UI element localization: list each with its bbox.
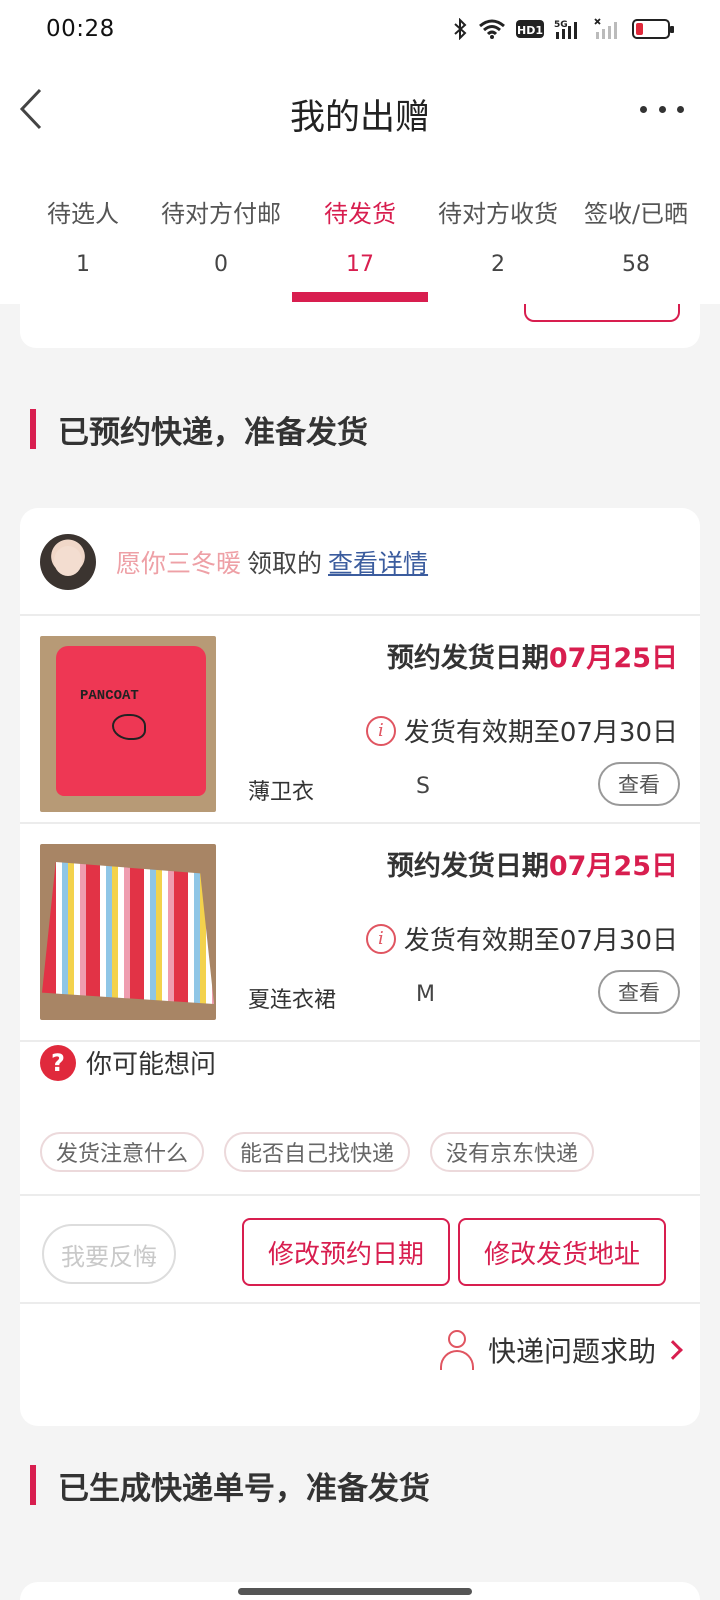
tab-label: 待发货 (324, 200, 396, 228)
view-button[interactable]: 查看 (598, 970, 680, 1014)
tab-pending-select[interactable]: 待选人 1 (14, 172, 152, 304)
question-icon: ? (40, 1044, 76, 1081)
tab-label: 待对方收货 (438, 200, 558, 228)
scheduled-ship-date: 预约发货日期07月25日 (387, 636, 678, 675)
donation-card: 愿你三冬暖 领取的 查看详情 PANCOAT 预约发货日期07月25日 i 发货… (20, 508, 700, 1426)
avatar (40, 534, 96, 590)
wifi-icon (479, 19, 505, 39)
tab-label: 待对方付邮 (161, 200, 281, 228)
tab-count: 2 (491, 252, 505, 277)
tab-received[interactable]: 签收/已晒 58 (567, 172, 705, 304)
section-title: 已预约快递，准备发货 (58, 414, 368, 451)
page-title: 我的出赠 (289, 98, 430, 138)
5g-signal-icon: 5G (554, 20, 577, 39)
tab-count: 58 (622, 252, 650, 277)
validity-row: i 发货有效期至07月30日 (365, 920, 678, 957)
more-options-icon[interactable] (640, 94, 684, 124)
ship-date-label: 预约发货日期 (386, 851, 549, 882)
change-address-button[interactable]: 修改发货地址 (458, 1218, 666, 1286)
list-item: 预约发货日期07月25日 i 发货有效期至07月30日 夏连衣裙 M 查看 (20, 824, 700, 1048)
status-bar: 00:28 HD1 5G (0, 0, 720, 62)
divider (20, 1302, 700, 1304)
item-thumbnail[interactable]: PANCOAT (40, 636, 216, 812)
bluetooth-icon (454, 18, 467, 40)
thumbnail-text: PANCOAT (80, 688, 139, 704)
info-icon: i (365, 715, 396, 746)
status-time: 00:28 (46, 16, 115, 42)
item-size: M (416, 982, 435, 1007)
home-indicator[interactable] (238, 1588, 472, 1595)
section-header-generated: 已生成快递单号，准备发货 (30, 1464, 430, 1507)
item-size: S (416, 774, 430, 799)
view-button[interactable]: 查看 (598, 762, 680, 806)
tab-count: 1 (76, 252, 90, 277)
view-details-link[interactable]: 查看详情 (328, 544, 428, 580)
hd-icon: HD1 (516, 20, 544, 38)
list-item: PANCOAT 预约发货日期07月25日 i 发货有效期至07月30日 薄卫衣 … (20, 616, 700, 840)
tab-pending-ship[interactable]: 待发货 17 (291, 172, 429, 304)
status-icons: HD1 5G (452, 18, 674, 40)
section-accent-bar (30, 409, 36, 449)
faq-chip[interactable]: 能否自己找快递 (224, 1132, 411, 1172)
status-tabs: 待选人 1 待对方付邮 0 待发货 17 待对方收货 2 签收/已晒 58 (0, 172, 720, 304)
net-label: 5G (554, 20, 568, 30)
change-date-button[interactable]: 修改预约日期 (242, 1218, 450, 1286)
ship-date-value: 07月25日 (548, 851, 678, 882)
receiver-row: 愿你三冬暖 领取的 查看详情 (40, 534, 428, 590)
tab-count: 17 (346, 252, 374, 277)
active-tab-indicator (292, 292, 428, 302)
faq-title: 你可能想问 (86, 1050, 217, 1080)
tab-label: 签收/已晒 (583, 200, 689, 228)
chevron-right-icon (663, 1340, 683, 1360)
item-name: 薄卫衣 (248, 780, 315, 805)
faq-chips: 发货注意什么 能否自己找快递 没有京东快递 (40, 1132, 595, 1172)
tab-pending-postage[interactable]: 待对方付邮 0 (152, 172, 290, 304)
info-icon: i (365, 923, 396, 954)
faq-header: ? 你可能想问 (40, 1044, 216, 1081)
tab-count: 0 (214, 252, 228, 277)
validity-text: 发货有效期至07月30日 (403, 718, 678, 748)
hd-label: HD1 (517, 24, 543, 37)
validity-text: 发货有效期至07月30日 (403, 926, 678, 956)
divider (20, 1194, 700, 1196)
header: 我的出赠 (0, 62, 720, 172)
delivery-help-link[interactable]: 快递问题求助 (439, 1330, 683, 1370)
battery-icon (632, 19, 674, 39)
person-icon (439, 1330, 474, 1370)
regret-button[interactable]: 我要反悔 (42, 1224, 176, 1284)
ship-date-label: 预约发货日期 (386, 643, 549, 674)
divider (20, 1040, 700, 1042)
help-label: 快递问题求助 (487, 1335, 656, 1368)
previous-card-button[interactable] (524, 304, 680, 322)
receiver-verb: 领取的 (247, 549, 323, 578)
tab-label: 待选人 (47, 200, 119, 228)
validity-row: i 发货有效期至07月30日 (365, 712, 678, 749)
tab-pending-receipt[interactable]: 待对方收货 2 (429, 172, 567, 304)
section-header-reserved: 已预约快递，准备发货 (30, 408, 368, 451)
receiver-name: 愿你三冬暖 (116, 549, 242, 578)
item-thumbnail[interactable] (40, 844, 216, 1020)
scheduled-ship-date: 预约发货日期07月25日 (387, 844, 678, 883)
faq-chip[interactable]: 发货注意什么 (40, 1132, 205, 1172)
section-accent-bar (30, 1465, 36, 1505)
section-title: 已生成快递单号，准备发货 (58, 1470, 430, 1507)
item-name: 夏连衣裙 (248, 988, 337, 1013)
faq-chip[interactable]: 没有京东快递 (430, 1132, 595, 1172)
ship-date-value: 07月25日 (548, 643, 678, 674)
signal-icon (594, 18, 617, 39)
